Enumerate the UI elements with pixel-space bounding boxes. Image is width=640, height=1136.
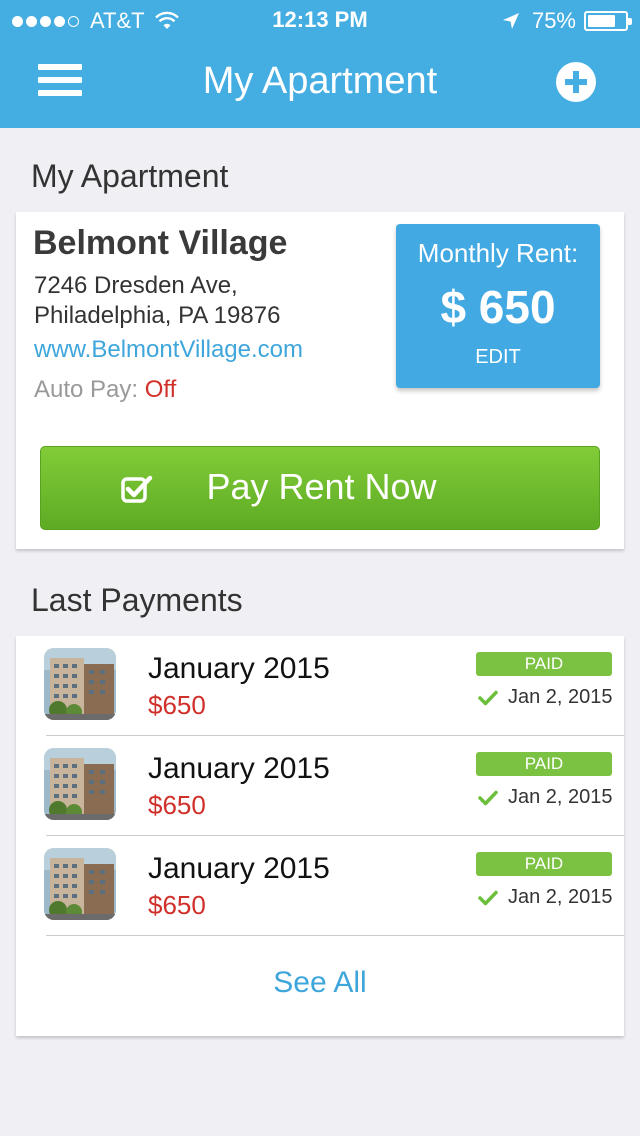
website-link[interactable]: www.BelmontVillage.com xyxy=(34,336,303,364)
paid-status-badge: PAID xyxy=(476,652,612,676)
check-icon xyxy=(478,890,498,905)
pay-rent-now-button[interactable]: Pay Rent Now xyxy=(40,446,600,530)
app-screen: AT&T 12:13 PM 75% My Apartment My Apartm… xyxy=(0,0,640,1136)
autopay-label: Auto Pay: xyxy=(34,376,139,403)
battery-icon xyxy=(584,11,632,31)
payment-date-group: Jan 2, 2015 xyxy=(478,786,613,809)
autopay-status: Auto Pay: Off xyxy=(34,376,176,404)
paid-status-badge: PAID xyxy=(476,752,612,776)
apartment-card: Belmont Village 7246 Dresden Ave, Philad… xyxy=(16,212,624,549)
navigation-bar: My Apartment xyxy=(0,40,640,128)
apartment-building-thumbnail xyxy=(44,648,116,720)
top-bar: AT&T 12:13 PM 75% My Apartment xyxy=(0,0,640,128)
payment-row[interactable]: January 2015 $650 PAID Jan 2, 2015 xyxy=(16,636,624,736)
status-bar: AT&T 12:13 PM 75% xyxy=(0,0,640,40)
payment-amount: $650 xyxy=(148,690,206,720)
payment-date: Jan 2, 2015 xyxy=(508,686,613,708)
autopay-value: Off xyxy=(144,376,177,403)
apartment-building-thumbnail xyxy=(44,848,116,920)
payment-date: Jan 2, 2015 xyxy=(508,786,613,808)
check-icon xyxy=(478,690,498,705)
monthly-rent-label: Monthly Rent: xyxy=(417,238,579,268)
payment-row[interactable]: January 2015 $650 PAID Jan 2, 2015 xyxy=(16,836,624,936)
pay-rent-now-label: Pay Rent Now xyxy=(206,466,437,507)
address-line-1: 7246 Dresden Ave, xyxy=(34,272,238,299)
payment-amount: $650 xyxy=(148,790,206,820)
apartment-name: Belmont Village xyxy=(33,224,288,262)
monthly-rent-value: $ 650 xyxy=(440,281,556,333)
plus-circle-icon[interactable] xyxy=(556,62,596,102)
apartment-building-thumbnail xyxy=(44,748,116,820)
apartment-section-title: My Apartment xyxy=(31,158,229,194)
payment-amount: $650 xyxy=(148,890,206,920)
see-all-link[interactable]: See All xyxy=(16,966,624,1000)
edit-rent-button[interactable]: EDIT xyxy=(396,346,600,369)
row-divider xyxy=(46,935,624,936)
payment-row[interactable]: January 2015 $650 PAID Jan 2, 2015 xyxy=(16,736,624,836)
payment-month: January 2015 xyxy=(148,652,330,685)
battery-percentage: 75% xyxy=(531,8,576,33)
payments-section-title: Last Payments xyxy=(31,582,243,618)
payments-card: January 2015 $650 PAID Jan 2, 2015 January 2… xyxy=(16,636,624,1036)
payment-date-group: Jan 2, 2015 xyxy=(478,686,613,709)
nav-title: My Apartment xyxy=(202,60,438,102)
payment-month: January 2015 xyxy=(148,752,330,785)
check-icon xyxy=(478,790,498,805)
paid-status-badge: PAID xyxy=(476,852,612,876)
location-arrow-icon xyxy=(502,13,519,29)
address-line-2: Philadelphia, PA 19876 xyxy=(34,302,281,329)
status-right: 75% xyxy=(502,8,632,34)
monthly-rent-box: Monthly Rent: $ 650 EDIT xyxy=(396,224,600,388)
payment-month: January 2015 xyxy=(148,852,330,885)
payment-date-group: Jan 2, 2015 xyxy=(478,886,613,909)
payment-date: Jan 2, 2015 xyxy=(508,886,613,908)
